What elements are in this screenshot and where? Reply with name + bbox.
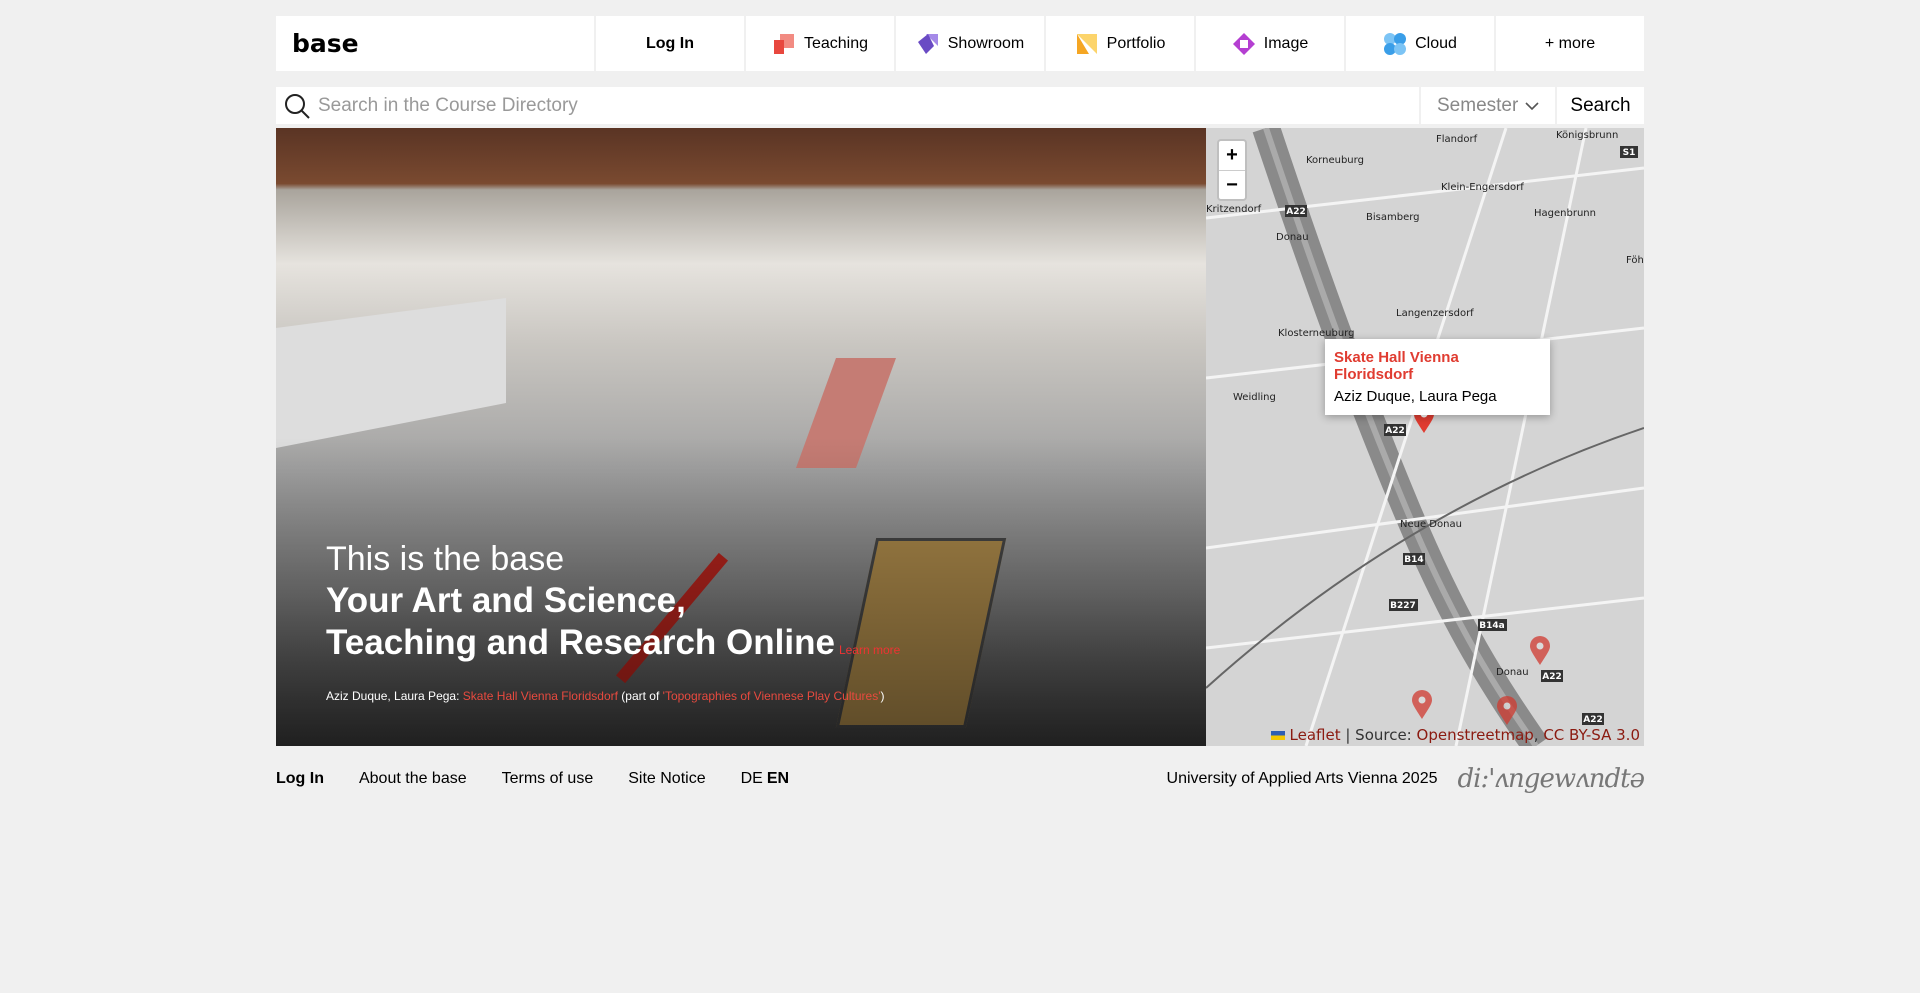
road-shield: A22 bbox=[1286, 207, 1306, 217]
place-label: Korneuburg bbox=[1306, 155, 1364, 166]
popup-title[interactable]: Skate Hall Vienna Floridsdorf bbox=[1334, 349, 1541, 383]
terms-link[interactable]: Terms of use bbox=[502, 770, 594, 788]
zoom-in-button[interactable]: + bbox=[1219, 141, 1245, 170]
map-tiles: Korneuburg Flandorf Königsbrunn Klein-En… bbox=[1206, 128, 1644, 746]
lang-en[interactable]: EN bbox=[767, 770, 789, 787]
image-icon bbox=[1232, 32, 1255, 55]
top-nav: base Log In Teaching Showroom Portfolio … bbox=[276, 16, 1644, 71]
place-label: Hagenbrunn bbox=[1534, 208, 1596, 219]
nav-portfolio[interactable]: Portfolio bbox=[1046, 16, 1194, 71]
map-marker[interactable] bbox=[1496, 696, 1518, 726]
road-shield: A22 bbox=[1542, 672, 1562, 682]
zoom-control: + − bbox=[1217, 139, 1247, 201]
nav-label: Portfolio bbox=[1106, 34, 1166, 52]
place-label: Kritzendorf bbox=[1206, 204, 1262, 215]
credit-text: (part of bbox=[617, 689, 663, 703]
map[interactable]: Korneuburg Flandorf Königsbrunn Klein-En… bbox=[1206, 128, 1644, 746]
showroom-icon bbox=[917, 33, 938, 54]
leaflet-link[interactable]: Leaflet bbox=[1290, 726, 1341, 744]
base-logo[interactable]: base bbox=[276, 16, 594, 71]
language-switch: DE EN bbox=[741, 770, 824, 788]
search-icon bbox=[285, 93, 310, 119]
zoom-out-button[interactable]: − bbox=[1219, 170, 1245, 199]
place-label: Donau bbox=[1496, 667, 1529, 678]
attribution-text: | Source: bbox=[1340, 726, 1417, 744]
road-shield: S1 bbox=[1623, 148, 1636, 158]
popup-authors: Aziz Duque, Laura Pega bbox=[1334, 388, 1497, 405]
teaching-icon bbox=[773, 33, 794, 54]
search-bar: Semester Search bbox=[276, 87, 1644, 124]
angewandte-logo[interactable]: di:'ʌngewʌndtə bbox=[1458, 764, 1645, 794]
nav-label: Showroom bbox=[947, 34, 1025, 52]
road-shield: B227 bbox=[1390, 601, 1416, 611]
search-button[interactable]: Search bbox=[1557, 87, 1644, 124]
osm-link[interactable]: Openstreetmap bbox=[1417, 726, 1534, 744]
credit-authors: Aziz Duque, Laura Pega: bbox=[326, 689, 463, 703]
place-label: Neue Donau bbox=[1400, 519, 1462, 530]
cloud-icon bbox=[1384, 32, 1407, 55]
credit-series-link[interactable]: 'Topographies of Viennese Play Cultures' bbox=[663, 689, 881, 703]
about-link[interactable]: About the base bbox=[359, 770, 467, 788]
license-link[interactable]: CC BY-SA 3.0 bbox=[1543, 726, 1640, 744]
search-field bbox=[276, 87, 1419, 124]
hero-image: This is the base Your Art and Science, T… bbox=[276, 128, 1206, 746]
credit-project-link[interactable]: Skate Hall Vienna Floridsdorf bbox=[463, 689, 618, 703]
place-label: Bisamberg bbox=[1366, 212, 1420, 223]
copyright: University of Applied Arts Vienna 2025 bbox=[1166, 770, 1438, 787]
hero-title-line2: Teaching and Research Online bbox=[326, 623, 835, 662]
place-label: Königsbrunn bbox=[1556, 130, 1618, 141]
site-notice-link[interactable]: Site Notice bbox=[628, 770, 705, 788]
image-credit: Aziz Duque, Laura Pega: Skate Hall Vienn… bbox=[326, 689, 900, 703]
nav-label: Cloud bbox=[1415, 34, 1457, 52]
hero-title-line1: Your Art and Science, bbox=[326, 581, 686, 620]
nav-label: Image bbox=[1263, 34, 1309, 52]
hero-text: This is the base Your Art and Science, T… bbox=[326, 538, 900, 703]
place-label: Donau bbox=[1276, 232, 1309, 243]
hero: This is the base Your Art and Science, T… bbox=[276, 128, 1644, 746]
map-popup: Skate Hall Vienna Floridsdorf Aziz Duque… bbox=[1325, 339, 1550, 415]
nav-teaching[interactable]: Teaching bbox=[746, 16, 894, 71]
footer-login-link[interactable]: Log In bbox=[276, 770, 324, 788]
more-button[interactable]: + more bbox=[1496, 16, 1644, 71]
footer: Log In About the base Terms of use Site … bbox=[276, 764, 1645, 794]
nav-label: Teaching bbox=[803, 34, 869, 52]
place-label: Föhr bbox=[1626, 255, 1644, 266]
place-label: Weidling bbox=[1233, 392, 1276, 403]
portfolio-icon bbox=[1076, 33, 1097, 54]
search-input[interactable] bbox=[318, 94, 1419, 117]
chevron-down-icon bbox=[1525, 101, 1539, 110]
map-marker[interactable] bbox=[1411, 690, 1433, 720]
road-shield: A22 bbox=[1385, 426, 1405, 436]
place-label: Langenzersdorf bbox=[1396, 308, 1474, 319]
semester-label: Semester bbox=[1437, 94, 1519, 116]
place-label: Klosterneuburg bbox=[1278, 328, 1354, 339]
lang-de[interactable]: DE bbox=[741, 770, 763, 787]
hero-tagline: This is the base bbox=[326, 540, 565, 578]
learn-more-link[interactable]: Learn more bbox=[839, 643, 900, 657]
road-shield: B14 bbox=[1404, 555, 1423, 565]
nav-cloud[interactable]: Cloud bbox=[1346, 16, 1494, 71]
login-button[interactable]: Log In bbox=[596, 16, 744, 71]
place-label: Flandorf bbox=[1436, 134, 1478, 145]
credit-text: ) bbox=[880, 689, 885, 703]
semester-dropdown[interactable]: Semester bbox=[1421, 87, 1555, 124]
nav-showroom[interactable]: Showroom bbox=[896, 16, 1044, 71]
road-shield: B14a bbox=[1479, 621, 1504, 631]
ukraine-flag-icon bbox=[1270, 731, 1285, 740]
map-marker[interactable] bbox=[1529, 636, 1551, 666]
map-attribution: Leaflet | Source: Openstreetmap, CC BY-S… bbox=[1267, 724, 1644, 746]
place-label: Klein-Engersdorf bbox=[1441, 182, 1524, 193]
nav-image[interactable]: Image bbox=[1196, 16, 1344, 71]
